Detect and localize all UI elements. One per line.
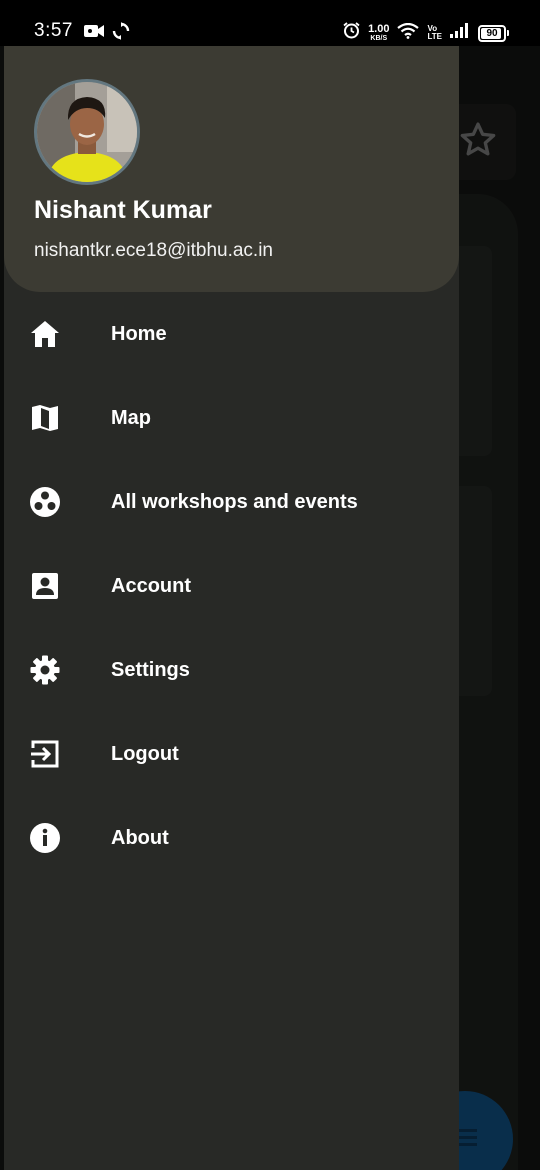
status-left-icons <box>84 22 130 45</box>
drawer-header: Nishant Kumar nishantkr.ece18@itbhu.ac.i… <box>4 46 459 292</box>
menu-item-logout[interactable]: Logout <box>4 712 459 796</box>
menu-item-about[interactable]: About <box>4 796 459 880</box>
drawer-menu: Home Map All workshops and events Accoun… <box>4 292 459 880</box>
status-right: 1.00 KB/S Vo LTE 90 <box>343 22 509 44</box>
alarm-icon <box>343 22 360 44</box>
sync-icon <box>112 22 130 45</box>
menu-item-label: All workshops and events <box>111 490 358 513</box>
menu-item-settings[interactable]: Settings <box>4 628 459 712</box>
menu-item-label: Account <box>111 574 191 597</box>
screen: 3:57 1.00 KB/S Vo LTE 90 Nishant Kumar n… <box>0 0 540 1170</box>
menu-item-events[interactable]: All workshops and events <box>4 460 459 544</box>
status-bar: 3:57 1.00 KB/S Vo LTE 90 <box>0 0 540 46</box>
volte-indicator: Vo LTE <box>427 25 442 41</box>
account-box-icon <box>29 570 61 602</box>
net-speed-value: 1.00 <box>368 23 390 35</box>
map-icon <box>29 402 61 434</box>
home-icon <box>29 318 61 350</box>
avatar[interactable] <box>34 79 140 185</box>
menu-item-map[interactable]: Map <box>4 376 459 460</box>
menu-item-label: Logout <box>111 742 179 765</box>
wifi-icon <box>397 22 420 44</box>
net-speed: 1.00 KB/S <box>368 23 390 43</box>
user-name: Nishant Kumar <box>34 196 212 224</box>
battery-level: 90 <box>486 27 498 39</box>
volte-bottom: LTE <box>427 32 442 41</box>
events-icon <box>29 486 61 518</box>
menu-item-label: About <box>111 826 169 849</box>
video-camera-icon <box>84 24 104 43</box>
signal-icon <box>450 23 470 43</box>
user-email: nishantkr.ece18@itbhu.ac.in <box>34 240 273 261</box>
menu-item-label: Settings <box>111 658 190 681</box>
menu-item-label: Map <box>111 406 151 429</box>
logout-icon <box>29 738 61 770</box>
net-speed-unit: KB/S <box>370 35 388 42</box>
battery-icon: 90 <box>478 24 509 42</box>
menu-item-account[interactable]: Account <box>4 544 459 628</box>
menu-item-home[interactable]: Home <box>4 292 459 376</box>
gear-icon <box>29 654 61 686</box>
status-time: 3:57 <box>34 20 73 41</box>
menu-item-label: Home <box>111 322 167 345</box>
info-icon <box>29 822 61 854</box>
navigation-drawer: Nishant Kumar nishantkr.ece18@itbhu.ac.i… <box>4 46 459 1170</box>
